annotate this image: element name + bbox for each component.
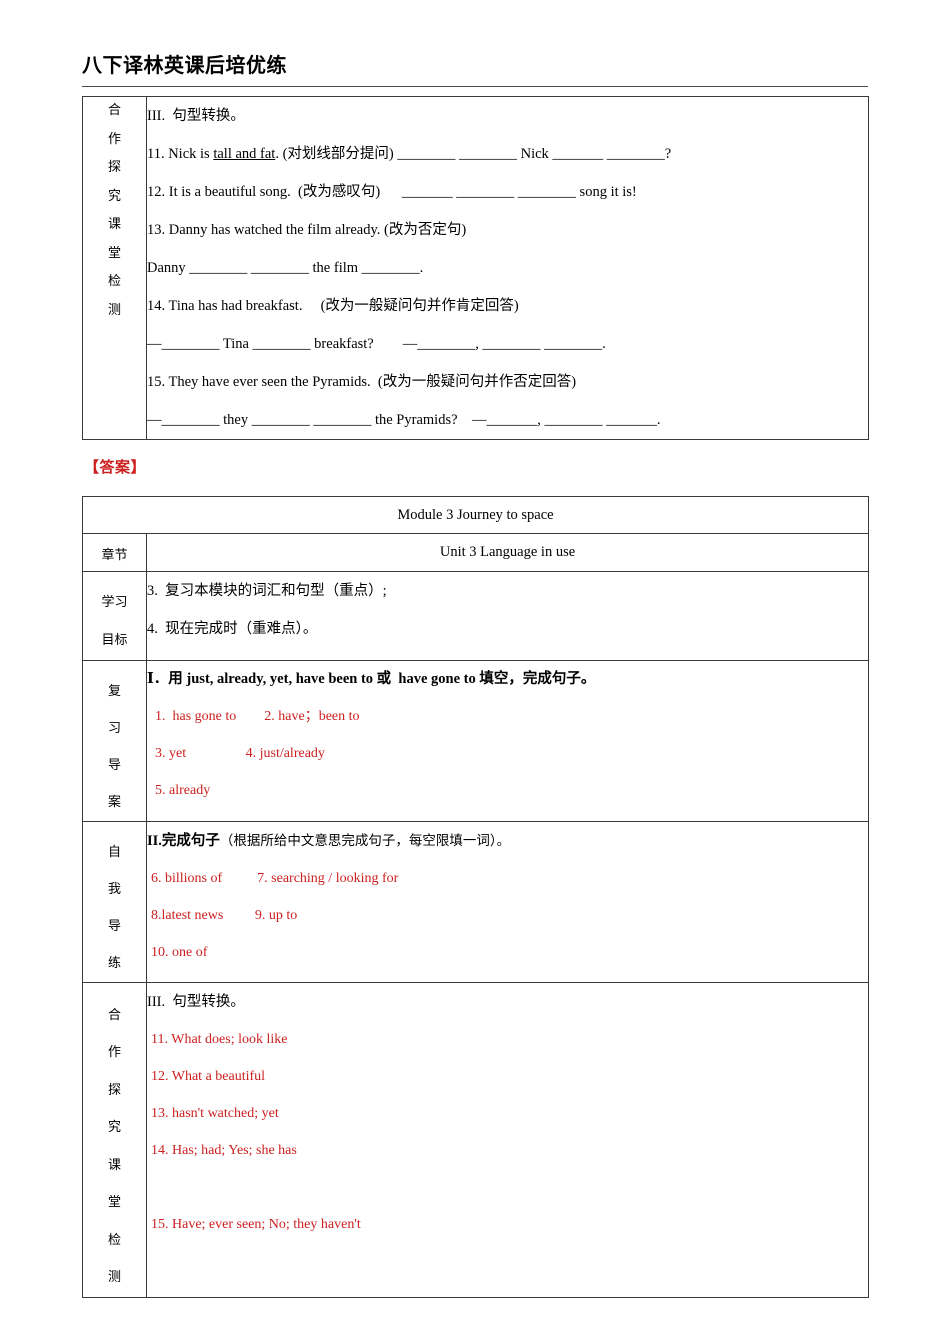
label-char: 检 — [107, 274, 121, 289]
review-heading: Ⅰ．用 just, already, yet, have been to 或 h… — [147, 670, 596, 687]
question-11: 11. Nick is tall and fat. (对划线部分提问) ____… — [147, 135, 868, 173]
label-char: 课 — [107, 217, 121, 232]
label-char: 练 — [107, 955, 121, 971]
question-11-underlined-phrase: tall and fat — [213, 146, 276, 162]
answer-key-table: Module 3 Journey to space 章节 Unit 3 Lang… — [82, 496, 869, 1298]
question-13-answer-line: Danny ________ ________ the film _______… — [147, 260, 424, 276]
label-char: 课 — [107, 1157, 121, 1173]
question-13: 13. Danny has watched the film already. … — [147, 222, 467, 238]
question-11-prefix: 11. Nick is — [147, 146, 214, 162]
coop-answer: 15. Have; ever seen; No; they haven't — [151, 1216, 361, 1232]
unit-title: Unit 3 Language in use — [439, 544, 576, 560]
coop-answer: 13. hasn't watched; yet — [151, 1105, 279, 1121]
selfstudy-answer: 10. one of — [151, 944, 208, 960]
section-label: 章节 — [101, 548, 128, 563]
table-row-selfstudy: 自 我 导 练 II.完成句子（根据所给中文意思完成句子，每空限填一词）。 6.… — [82, 820, 869, 983]
table-row: 合 作 探 究 课 堂 检 测 III. 句型转换。 11. Nick is t… — [82, 96, 869, 440]
selfstudy-answer: 6. billions of 7. searching / looking fo… — [151, 870, 399, 886]
label-char: 学习 — [101, 594, 128, 610]
coop-answer: 12. What a beautiful — [151, 1068, 266, 1084]
module-title: Module 3 Journey to space — [397, 507, 554, 523]
label-char: 检 — [107, 1232, 121, 1248]
selfstudy-heading-rest: （根据所给中文意思完成句子，每空限填一词）。 — [219, 832, 511, 849]
module-title-cell: Module 3 Journey to space — [82, 496, 869, 534]
review-answer: 1. has gone to 2. have；been to — [155, 708, 360, 724]
label-char: 堂 — [107, 1195, 121, 1210]
table-row-review: 复 习 导 案 Ⅰ．用 just, already, yet, have bee… — [82, 659, 869, 822]
review-cell: Ⅰ．用 just, already, yet, have been to 或 h… — [146, 659, 869, 822]
review-label-cell: 复 习 导 案 — [82, 659, 147, 822]
question-14-answer-line: —________ Tina ________ breakfast? —____… — [147, 336, 606, 352]
question-12: 12. It is a beautiful song. (改为感叹句) ____… — [147, 184, 637, 200]
label-char: 合 — [107, 1007, 121, 1023]
label-char: 我 — [107, 881, 121, 897]
label-char: 导 — [107, 757, 121, 773]
label-char: 复 — [107, 683, 121, 699]
selfstudy-label-cell: 自 我 导 练 — [82, 820, 147, 983]
label-char: 习 — [107, 720, 121, 736]
label-char: 探 — [107, 160, 121, 175]
label-char: 探 — [107, 1082, 121, 1098]
document-header: 八下译林英课后培优练 — [82, 52, 868, 78]
label-char: 导 — [107, 918, 121, 934]
selfstudy-answer: 8.latest news 9. up to — [151, 907, 298, 923]
question-14: 14. Tina has had breakfast. (改为一般疑问句并作肯定… — [147, 298, 519, 314]
unit-title-cell: Unit 3 Language in use — [146, 533, 869, 572]
objectives-cell: 3. 复习本模块的词汇和句型（重点）; 4. 现在完成时（重难点）。 — [146, 570, 869, 661]
review-answer: 5. already — [155, 782, 211, 798]
objective-item: 3. 复习本模块的词汇和句型（重点）; — [147, 582, 387, 599]
table-row-module: Module 3 Journey to space — [82, 496, 869, 534]
label-char: 究 — [107, 188, 121, 204]
coop-label-cell: 合 作 探 究 课 堂 检 测 — [82, 981, 147, 1298]
objectives-label-cell: 学习 目标 — [82, 570, 147, 661]
label-char: 堂 — [107, 245, 121, 261]
coop-answer-spacer — [147, 1169, 868, 1206]
worksheet-section-label: 合 作 探 究 课 堂 检 测 — [82, 96, 147, 440]
label-char: 自 — [107, 844, 121, 860]
exercise-heading: III. 句型转换。 — [147, 108, 245, 124]
section-label-cell: 章节 — [82, 533, 147, 572]
label-char: 作 — [107, 1045, 121, 1060]
question-15-answer-line: —________ they ________ ________ the Pyr… — [147, 412, 661, 428]
label-char: 合 — [107, 103, 121, 118]
page-title: 八下译林英课后培优练 — [82, 53, 287, 77]
question-11-suffix: . (对划线部分提问) ________ ________ Nick _____… — [275, 146, 672, 162]
label-char: 目标 — [101, 632, 128, 648]
selfstudy-heading-bold: II.完成句子 — [147, 832, 220, 849]
question-15: 15. They have ever seen the Pyramids. (改… — [147, 374, 577, 390]
worksheet-body: III. 句型转换。 11. Nick is tall and fat. (对划… — [146, 96, 869, 440]
label-char: 测 — [107, 1270, 121, 1285]
header-divider — [82, 86, 868, 87]
label-char: 案 — [107, 794, 121, 810]
table-row-unit: 章节 Unit 3 Language in use — [82, 533, 869, 572]
selfstudy-heading: II.完成句子（根据所给中文意思完成句子，每空限填一词）。 — [147, 822, 868, 860]
answer-key-label: 【答案】 — [84, 458, 147, 476]
label-char: 究 — [107, 1120, 121, 1135]
label-char: 测 — [107, 302, 121, 318]
coop-heading: III. 句型转换。 — [147, 993, 245, 1010]
table-row-objectives: 学习 目标 3. 复习本模块的词汇和句型（重点）; 4. 现在完成时（重难点）。 — [82, 570, 869, 661]
coop-cell: III. 句型转换。 11. What does; look like 12. … — [146, 981, 869, 1298]
coop-answer: 11. What does; look like — [151, 1031, 288, 1047]
worksheet-table: 合 作 探 究 课 堂 检 测 III. 句型转换。 11. Nick is t… — [82, 96, 869, 440]
document-page: 八下译林英课后培优练 合 作 探 究 课 堂 检 测 III. 句型转换。 11… — [0, 0, 950, 1344]
selfstudy-cell: II.完成句子（根据所给中文意思完成句子，每空限填一词）。 6. billion… — [146, 820, 869, 983]
label-char: 作 — [107, 131, 121, 147]
table-row-coop: 合 作 探 究 课 堂 检 测 III. 句型转换。 11. What does… — [82, 981, 869, 1298]
review-answer: 3. yet 4. just/already — [155, 745, 325, 761]
objective-item: 4. 现在完成时（重难点）。 — [147, 620, 318, 637]
coop-answer: 14. Has; had; Yes; she has — [151, 1142, 297, 1158]
coop-answer-spacer-bottom — [147, 1243, 868, 1280]
